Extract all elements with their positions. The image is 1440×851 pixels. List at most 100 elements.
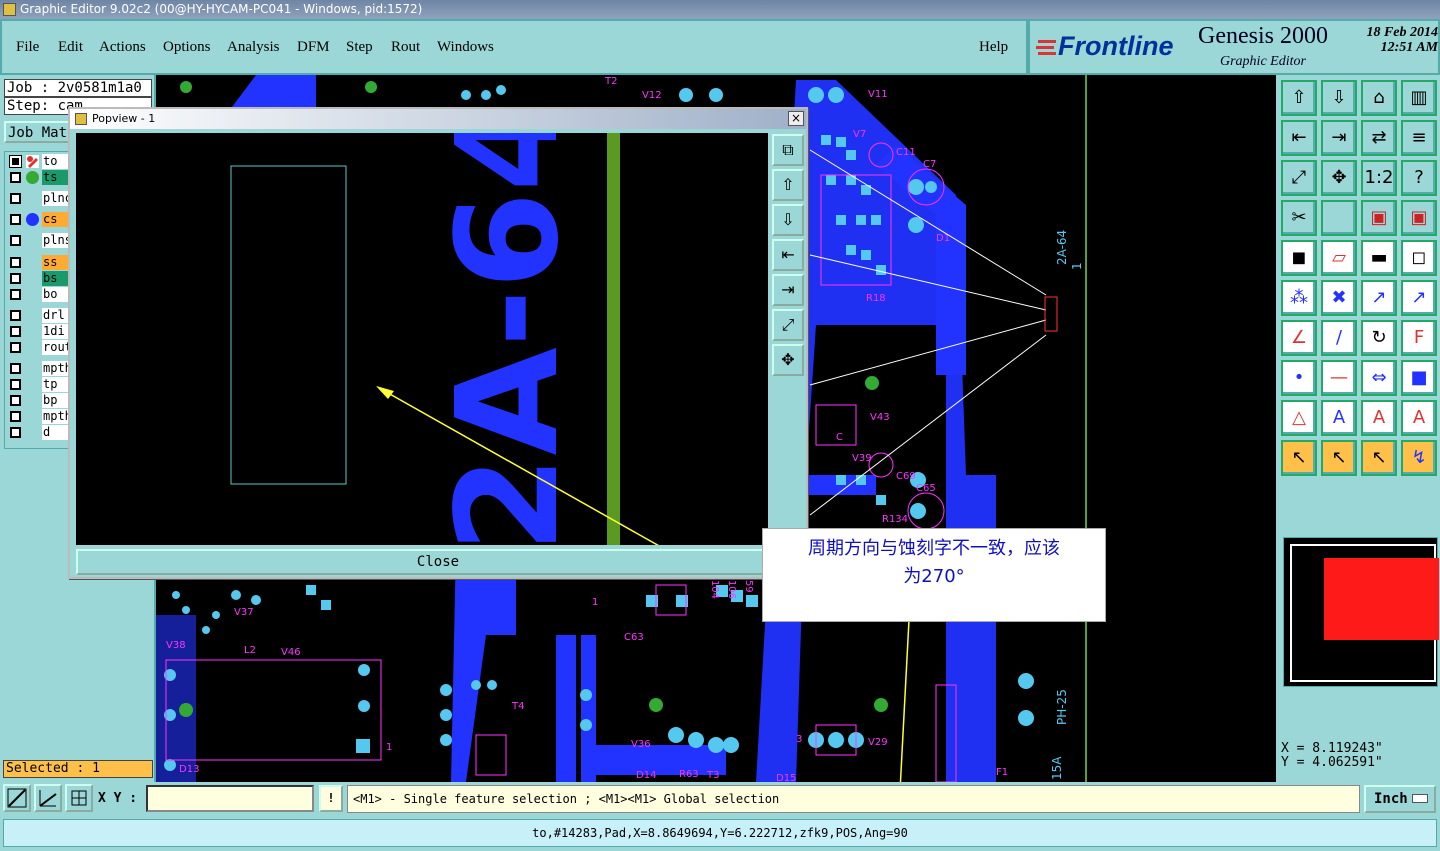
move-icon[interactable]: • xyxy=(1281,360,1317,396)
stack-icon[interactable]: ≡ xyxy=(1401,120,1437,156)
popview-title-bar[interactable]: Popview - 1 × xyxy=(70,109,806,129)
menu-dfm[interactable]: DFM xyxy=(297,39,330,56)
layer-row-ss[interactable]: ss xyxy=(8,255,72,270)
center-icon[interactable]: ✥ xyxy=(1321,160,1357,196)
layer-checkbox[interactable] xyxy=(10,235,21,246)
layer-row-ts[interactable]: ts xyxy=(8,170,72,185)
layer-checkbox[interactable] xyxy=(10,310,21,321)
layer-row-plns[interactable]: plns xyxy=(8,233,72,248)
pop-fit-icon[interactable]: ⤢ xyxy=(772,309,804,341)
layer-checkbox[interactable] xyxy=(10,342,21,353)
outline-icon[interactable]: ▱ xyxy=(1321,240,1357,276)
menu-file[interactable]: File xyxy=(16,39,39,56)
layer-row-drl[interactable]: drl xyxy=(8,308,72,323)
pad-icon[interactable]: ◼ xyxy=(1281,240,1317,276)
swap-icon[interactable]: ⇄ xyxy=(1361,120,1397,156)
layer-checkbox[interactable] xyxy=(10,326,21,337)
minus-icon[interactable]: — xyxy=(1321,360,1357,396)
pop-pan-left-icon[interactable]: ⇤ xyxy=(772,239,804,271)
layer-row-cs[interactable]: cs xyxy=(8,212,72,227)
home-icon[interactable]: ⌂ xyxy=(1361,80,1397,116)
menu-windows[interactable]: Windows xyxy=(437,39,494,56)
layer-checkbox[interactable] xyxy=(10,289,21,300)
copy-icon[interactable]: ■ xyxy=(1401,360,1437,396)
pointer-box-icon[interactable]: ↖ xyxy=(1321,440,1357,476)
arc-icon[interactable]: ↻ xyxy=(1361,320,1397,356)
layer-checkbox[interactable] xyxy=(10,273,21,284)
open-icon[interactable]: ⇧ xyxy=(1281,80,1317,116)
ruler-icon[interactable] xyxy=(34,784,62,812)
layer-row-tp[interactable]: tp xyxy=(8,377,72,392)
layer-row-bs[interactable]: bs xyxy=(8,271,72,286)
pop-pan-up-icon[interactable]: ⇧ xyxy=(772,169,804,201)
snap-icon[interactable]: ✂ xyxy=(1281,200,1317,236)
menu-actions[interactable]: Actions xyxy=(99,39,146,56)
layer-checkbox[interactable] xyxy=(10,411,21,422)
resize-icon[interactable]: ⇔ xyxy=(1361,360,1397,396)
layer-checkbox[interactable] xyxy=(10,193,21,204)
popview-close-icon[interactable]: × xyxy=(788,111,804,126)
ruler-icon[interactable]: ▬ xyxy=(1361,240,1397,276)
warning-button[interactable]: ! xyxy=(319,785,343,812)
angle-icon[interactable]: ∠ xyxy=(1281,320,1317,356)
line-icon[interactable]: ↗ xyxy=(1361,280,1397,316)
layer-row-1di[interactable]: 1di xyxy=(8,324,72,339)
pop-pan-right-icon[interactable]: ⇥ xyxy=(772,274,804,306)
menu-edit[interactable]: Edit xyxy=(58,39,83,56)
layer-checkbox[interactable] xyxy=(10,363,21,374)
layer-checkbox[interactable] xyxy=(10,379,21,390)
menu-analysis[interactable]: Analysis xyxy=(227,39,280,56)
layer-checkbox[interactable] xyxy=(10,395,21,406)
fit-icon[interactable]: ⤢ xyxy=(1281,160,1317,196)
layer-checkbox[interactable] xyxy=(9,155,22,168)
menu-rout[interactable]: Rout xyxy=(391,39,420,56)
help-icon[interactable]: ? xyxy=(1401,160,1437,196)
xy-input[interactable] xyxy=(146,785,314,812)
menu-step[interactable]: Step xyxy=(346,39,373,56)
layer-row-mpth[interactable]: mpth xyxy=(8,409,72,424)
popview-zoom-view[interactable]: 2A-64 xyxy=(76,94,768,579)
units-menu[interactable]: Inch xyxy=(1364,785,1436,813)
layer-row-bo[interactable]: bo xyxy=(8,287,72,302)
window-split-icon[interactable]: ▥ xyxy=(1401,80,1437,116)
layer-checkbox[interactable] xyxy=(10,257,21,268)
ratio-icon[interactable]: 1:2 xyxy=(1361,160,1397,196)
layers-toggle-icon[interactable]: ▣ xyxy=(1361,200,1397,236)
grid-snap-icon[interactable] xyxy=(65,784,93,812)
popview-canvas[interactable]: 2A-64 xyxy=(76,94,768,579)
layer-checkbox[interactable] xyxy=(10,427,21,438)
zoom-left-icon[interactable]: ⇤ xyxy=(1281,120,1317,156)
menu-options[interactable]: Options xyxy=(163,39,211,56)
overview-map[interactable] xyxy=(1283,537,1439,687)
zoom-right-icon[interactable]: ⇥ xyxy=(1321,120,1357,156)
layers-active-icon[interactable]: ▣ xyxy=(1401,200,1437,236)
pointer-active-icon[interactable]: ↖ xyxy=(1361,440,1397,476)
pop-zoom-home-icon[interactable]: ⧉ xyxy=(772,134,804,166)
layer-row-plnc[interactable]: plnc xyxy=(8,191,72,206)
poly-c-icon[interactable]: A xyxy=(1401,400,1437,436)
poly-icon[interactable]: △ xyxy=(1281,400,1317,436)
menu-help[interactable]: Help xyxy=(979,39,1008,56)
poly-a-icon[interactable]: A xyxy=(1321,400,1357,436)
text-icon[interactable]: F xyxy=(1401,320,1437,356)
select-box-icon[interactable]: ◻ xyxy=(1401,240,1437,276)
route-icon[interactable]: ↯ xyxy=(1401,440,1437,476)
layer-checkbox[interactable] xyxy=(10,172,21,183)
layer-row-to[interactable]: to xyxy=(8,154,72,169)
popview-close-button[interactable]: Close xyxy=(76,549,800,575)
pop-pan-down-icon[interactable]: ⇩ xyxy=(772,204,804,236)
layer-row-bp[interactable]: bp xyxy=(8,393,72,408)
layer-row-rout[interactable]: rout xyxy=(8,340,72,355)
pop-center-icon[interactable]: ✥ xyxy=(772,344,804,376)
layer-row-d[interactable]: d xyxy=(8,425,72,440)
measure-icon[interactable] xyxy=(3,784,31,812)
cross-icon[interactable]: ✖ xyxy=(1321,280,1357,316)
grid-icon[interactable]: ▦ xyxy=(1321,200,1357,236)
pointer-icon[interactable]: ↖ xyxy=(1281,440,1317,476)
save-icon[interactable]: ⇩ xyxy=(1321,80,1357,116)
net-icon[interactable]: ⁂ xyxy=(1281,280,1317,316)
poly-b-icon[interactable]: A xyxy=(1361,400,1397,436)
line-add-icon[interactable]: ↗ xyxy=(1401,280,1437,316)
slash-icon[interactable]: / xyxy=(1321,320,1357,356)
layer-checkbox[interactable] xyxy=(10,214,21,225)
